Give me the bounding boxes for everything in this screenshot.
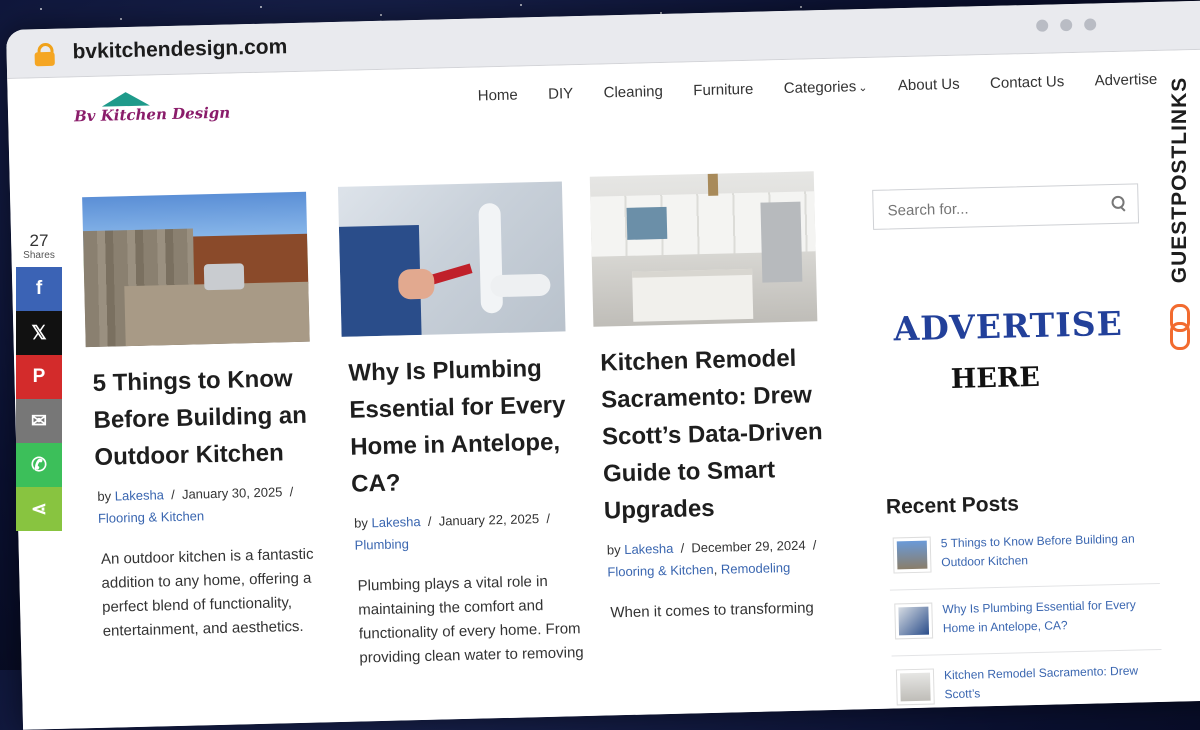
- share-count: 27: [29, 231, 49, 250]
- browser-window: bvkitchendesign.com Bv Kitchen Design Ho…: [6, 0, 1200, 730]
- post-image-plumbing[interactable]: [337, 181, 566, 337]
- nav-furniture[interactable]: Furniture: [693, 81, 753, 99]
- recent-post-item[interactable]: Why Is Plumbing Essential for Every Home…: [890, 590, 1162, 657]
- author-link[interactable]: Lakesha: [115, 487, 165, 503]
- post-date: January 22, 2025: [438, 511, 540, 529]
- window-controls: [1024, 17, 1097, 37]
- main-nav: Home DIY Cleaning Furniture Categories ⌄ …: [478, 70, 1184, 105]
- nav-contact[interactable]: Contact Us: [990, 73, 1065, 92]
- whatsapp-icon: ✆: [31, 454, 47, 476]
- nav-categories-label: Categories: [783, 78, 857, 98]
- post-date: January 30, 2025: [181, 484, 283, 502]
- post-excerpt: An outdoor kitchen is a fantastic additi…: [100, 545, 314, 640]
- share-bar: 27 Shares f 𝕏 P ✉ ✆ ⋖: [16, 232, 62, 531]
- email-icon: ✉: [31, 410, 47, 432]
- guestpostlinks-watermark: GUESTPOSTLINKS: [1163, 56, 1197, 356]
- url-text[interactable]: bvkitchendesign.com: [72, 35, 287, 64]
- recent-post-thumbnail[interactable]: [892, 536, 932, 574]
- advertise-banner[interactable]: ADVERTISE HERE: [881, 303, 1144, 449]
- nav-home[interactable]: Home: [478, 87, 518, 105]
- search-box: [872, 183, 1140, 230]
- share-icon: ⋖: [31, 498, 47, 520]
- category-link[interactable]: Flooring & Kitchen: [607, 562, 714, 580]
- more-share-button[interactable]: ⋖: [16, 487, 62, 531]
- category-link[interactable]: Remodeling: [721, 560, 791, 577]
- nav-advertise[interactable]: Advertise: [1094, 71, 1157, 90]
- share-label: Shares: [23, 250, 55, 261]
- post-card: 5 Things to Know Before Building an Outd…: [82, 191, 323, 644]
- pinterest-icon: P: [32, 366, 46, 387]
- link-chain-icon: [1170, 304, 1190, 350]
- post-image-outdoor-kitchen[interactable]: [82, 191, 310, 348]
- post-image-kitchen-remodel[interactable]: [589, 171, 818, 327]
- post-meta: by Lakesha / January 22, 2025 / Plumbing: [353, 510, 551, 553]
- post-meta: by Lakesha / January 30, 2025 / Flooring…: [97, 484, 294, 526]
- facebook-share-button[interactable]: f: [16, 267, 62, 311]
- category-link[interactable]: Flooring & Kitchen: [98, 508, 205, 526]
- x-share-button[interactable]: 𝕏: [16, 311, 62, 355]
- recent-post-link[interactable]: Kitchen Remodel Sacramento: Drew Scott’s: [944, 661, 1163, 704]
- post-meta: by Lakesha / December 29, 2024 / Floorin…: [606, 537, 817, 580]
- author-link[interactable]: Lakesha: [371, 514, 421, 530]
- roof-icon: [101, 91, 150, 107]
- recent-post-link[interactable]: Why Is Plumbing Essential for Every Home…: [942, 595, 1161, 638]
- recent-post-item[interactable]: 5 Things to Know Before Building an Outd…: [888, 524, 1160, 591]
- nav-cleaning[interactable]: Cleaning: [603, 83, 663, 101]
- x-icon: 𝕏: [31, 322, 47, 344]
- nav-categories[interactable]: Categories ⌄: [784, 78, 868, 97]
- search-input[interactable]: [885, 196, 1100, 221]
- facebook-icon: f: [35, 278, 43, 299]
- post-card: Why Is Plumbing Essential for Every Home…: [337, 181, 584, 670]
- category-link[interactable]: Plumbing: [355, 536, 410, 552]
- site-logo[interactable]: Bv Kitchen Design: [74, 90, 230, 134]
- recent-posts-heading: Recent Posts: [885, 492, 1020, 519]
- pinterest-share-button[interactable]: P: [16, 355, 62, 399]
- recent-post-thumbnail[interactable]: [894, 602, 934, 640]
- post-excerpt: When it comes to transforming: [610, 599, 814, 622]
- search-icon[interactable]: [1111, 195, 1126, 212]
- post-title[interactable]: Why Is Plumbing Essential for Every Home…: [348, 349, 577, 502]
- recent-post-link[interactable]: 5 Things to Know Before Building an Outd…: [941, 529, 1160, 572]
- recent-post-thumbnail[interactable]: [895, 668, 935, 706]
- website: Bv Kitchen Design Home DIY Cleaning Furn…: [7, 48, 1200, 730]
- chevron-down-icon: ⌄: [858, 81, 868, 95]
- post-excerpt: Plumbing plays a vital role in maintaini…: [357, 572, 584, 667]
- recent-post-item[interactable]: Kitchen Remodel Sacramento: Drew Scott’s: [891, 656, 1164, 723]
- nav-diy[interactable]: DIY: [548, 85, 573, 103]
- email-share-button[interactable]: ✉: [16, 399, 62, 443]
- post-date: December 29, 2024: [691, 537, 806, 556]
- lock-icon: [34, 42, 55, 67]
- nav-about[interactable]: About Us: [898, 76, 960, 95]
- author-link[interactable]: Lakesha: [624, 541, 674, 557]
- whatsapp-share-button[interactable]: ✆: [16, 443, 62, 487]
- post-title[interactable]: 5 Things to Know Before Building an Outd…: [92, 359, 320, 475]
- post-card: Kitchen Remodel Sacramento: Drew Scott’s…: [589, 171, 831, 625]
- post-title[interactable]: Kitchen Remodel Sacramento: Drew Scott’s…: [600, 339, 829, 529]
